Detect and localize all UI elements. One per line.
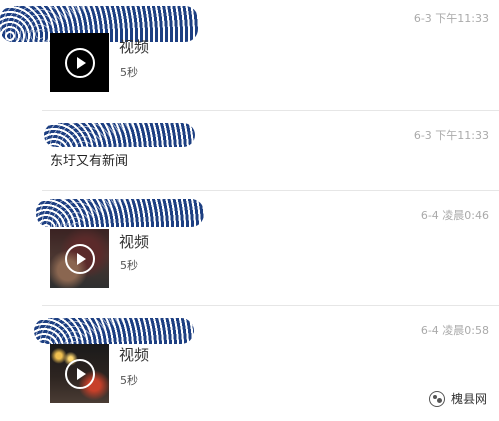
redacted-name xyxy=(44,123,195,147)
message-item: 6-3 下午11:33 东圩又有新闻 xyxy=(0,111,499,191)
message-time: 6-3 下午11:33 xyxy=(413,129,489,142)
play-icon[interactable] xyxy=(64,243,95,274)
redacted-name xyxy=(34,318,194,344)
video-duration: 5秒 xyxy=(120,66,138,79)
play-icon[interactable] xyxy=(64,47,95,78)
message-time: 6-4 凌晨0:46 xyxy=(420,209,489,222)
watermark: 槐县网 xyxy=(428,390,487,407)
video-thumbnail[interactable] xyxy=(50,229,109,288)
video-duration: 5秒 xyxy=(120,374,138,387)
message-item: 6-3 下午11:33 视频 5秒 xyxy=(0,0,499,110)
video-duration: 5秒 xyxy=(120,259,138,272)
video-thumbnail[interactable] xyxy=(50,344,109,403)
message-text: 东圩又有新闻 xyxy=(50,154,129,169)
video-thumbnail[interactable] xyxy=(50,33,109,92)
message-time: 6-4 凌晨0:58 xyxy=(420,324,489,337)
redacted-name xyxy=(36,199,204,227)
wechat-logo-icon xyxy=(428,390,445,407)
video-title: 视频 xyxy=(119,233,150,251)
watermark-text: 槐县网 xyxy=(450,392,487,406)
message-item: 6-4 凌晨0:58 视频 5秒 xyxy=(0,306,499,416)
play-icon[interactable] xyxy=(64,358,95,389)
message-time: 6-3 下午11:33 xyxy=(413,12,489,25)
video-title: 视频 xyxy=(119,38,150,56)
video-title: 视频 xyxy=(119,346,150,364)
message-item: 6-4 凌晨0:46 视频 5秒 xyxy=(0,191,499,305)
